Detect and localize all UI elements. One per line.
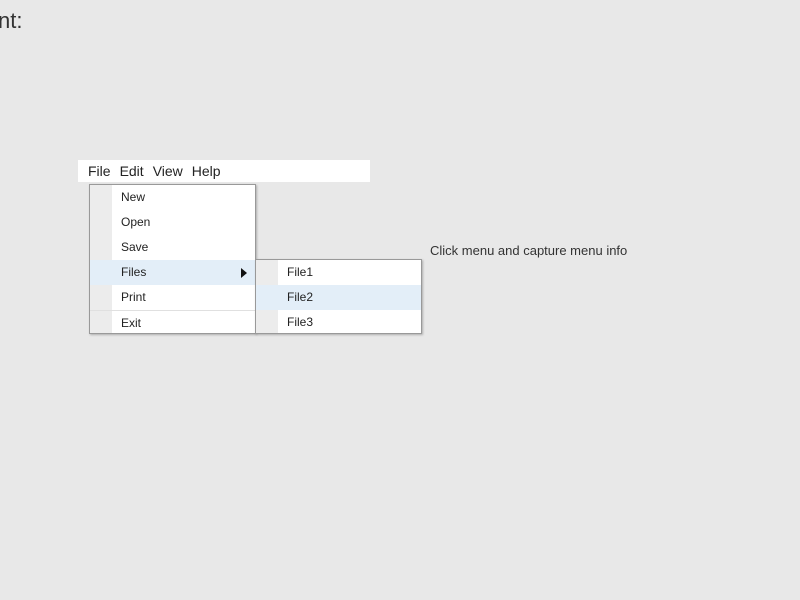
menu-view[interactable]: View bbox=[153, 160, 183, 182]
files-submenu: File1 File2 File3 bbox=[255, 259, 422, 334]
menu-item-files-label: Files bbox=[121, 265, 147, 279]
menu-item-files[interactable]: Files bbox=[90, 260, 255, 285]
page-heading: nt: bbox=[0, 8, 23, 33]
submenu-item-file2[interactable]: File2 bbox=[256, 285, 421, 310]
menu-bar: File Edit View Help bbox=[78, 160, 370, 182]
menu-file[interactable]: File bbox=[88, 160, 111, 182]
menu-item-save[interactable]: Save bbox=[90, 235, 255, 260]
menu-edit[interactable]: Edit bbox=[120, 160, 144, 182]
menu-item-new[interactable]: New bbox=[90, 185, 255, 210]
menu-help[interactable]: Help bbox=[192, 160, 221, 182]
menu-item-exit[interactable]: Exit bbox=[90, 310, 255, 335]
menu-item-open[interactable]: Open bbox=[90, 210, 255, 235]
instruction-text: Click menu and capture menu info bbox=[430, 243, 628, 258]
submenu-arrow-icon bbox=[241, 267, 247, 278]
submenu-item-file1[interactable]: File1 bbox=[256, 260, 421, 285]
menu-item-print[interactable]: Print bbox=[90, 285, 255, 310]
file-dropdown-menu: New Open Save Files Print Exit bbox=[89, 184, 256, 334]
submenu-item-file3[interactable]: File3 bbox=[256, 310, 421, 335]
